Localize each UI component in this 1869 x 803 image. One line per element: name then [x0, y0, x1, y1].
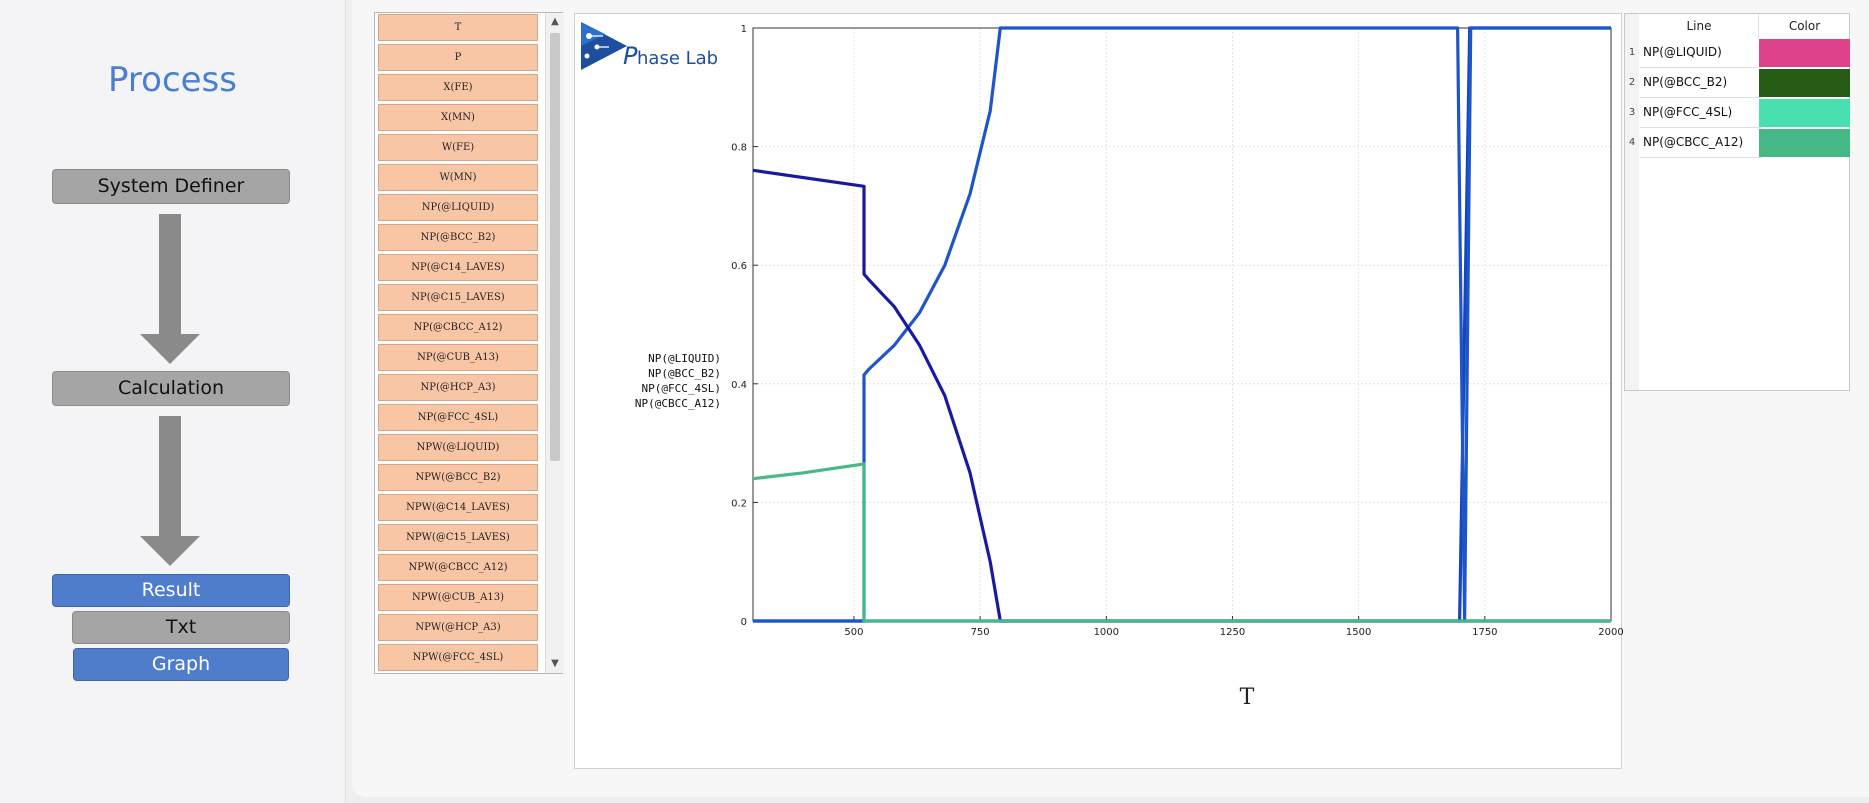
x-tick-label: 1000 [1094, 627, 1119, 638]
table-row[interactable]: 3 NP(@FCC_4SL) [1625, 98, 1851, 129]
plot-layer: 500 750 1000 1250 1500 1750 2000 0 0.2 0.4 0.6 0.8 1… [635, 24, 1623, 710]
arrow-down-icon [140, 416, 200, 566]
variable-item[interactable]: P [378, 44, 538, 71]
row-number: 2 [1625, 68, 1639, 99]
variable-item[interactable]: X(MN) [378, 104, 538, 131]
x-axis-title: T [1240, 685, 1255, 710]
system-definer-button[interactable]: System Definer [52, 169, 290, 204]
arrow-down-icon [140, 214, 200, 364]
variable-item[interactable]: NPW(@HCP_A3) [378, 614, 538, 641]
series-line [752, 168, 1611, 623]
line-column-header[interactable]: Line [1640, 14, 1759, 38]
variable-item[interactable]: W(FE) [378, 134, 538, 161]
variable-item[interactable]: NP(@FCC_4SL) [378, 404, 538, 431]
series-legend-label: NP(@FCC_4SL) [642, 382, 721, 395]
y-tick-label: 0.4 [731, 380, 747, 391]
y-tick-label: 0.2 [731, 498, 747, 509]
graph-button[interactable]: Graph [73, 648, 289, 681]
series-line [752, 462, 1611, 623]
variable-item[interactable]: NP(@HCP_A3) [378, 374, 538, 401]
graph-area: P hase Lab 500 750 1000 1250 1500 1750 2000 0 0.… [574, 13, 1623, 769]
corner-cell [1625, 14, 1639, 38]
calculation-button[interactable]: Calculation [52, 371, 290, 406]
x-tick-label: 1500 [1346, 627, 1371, 638]
table-row[interactable]: 2 NP(@BCC_B2) [1625, 68, 1851, 99]
x-tick-label: 2000 [1598, 627, 1623, 638]
y-tick-label: 1 [741, 24, 747, 35]
table-header: Line Color [1640, 14, 1850, 38]
series-legend-label: NP(@LIQUID) [648, 352, 721, 365]
color-swatch[interactable] [1759, 129, 1850, 157]
variable-item[interactable]: NP(@C15_LAVES) [378, 284, 538, 311]
phase-lab-logo: P hase Lab [581, 22, 718, 70]
line-color-table[interactable]: Line Color 1 NP(@LIQUID) 2 NP(@BCC_B2) 3 NP(@… [1624, 13, 1850, 391]
y-tick-label: 0.6 [731, 261, 747, 272]
variable-item[interactable]: NP(@CBCC_A12) [378, 314, 538, 341]
x-tick-label: 1250 [1220, 627, 1245, 638]
row-header-column [1625, 158, 1639, 390]
series-legend-label: NP(@BCC_B2) [648, 367, 721, 380]
x-tick-label: 500 [844, 627, 863, 638]
phase-fraction-chart: P hase Lab 500 750 1000 1250 1500 1750 2000 0 0.… [581, 22, 1623, 710]
scrollbar[interactable]: ▲ ▼ [545, 13, 564, 673]
variable-item[interactable]: NPW(@LIQUID) [378, 434, 538, 461]
line-name-cell[interactable]: NP(@CBCC_A12) [1640, 128, 1762, 158]
color-swatch[interactable] [1759, 99, 1850, 127]
txt-button[interactable]: Txt [72, 611, 290, 644]
variable-item[interactable]: NPW(@BCC_B2) [378, 464, 538, 491]
table-row[interactable]: 1 NP(@LIQUID) [1625, 38, 1851, 69]
variable-item[interactable]: W(MN) [378, 164, 538, 191]
series-line [753, 26, 1611, 623]
color-swatch[interactable] [1759, 69, 1850, 97]
logo-p: P [623, 42, 638, 70]
table-row[interactable]: 4 NP(@CBCC_A12) [1625, 128, 1851, 159]
series-line [753, 26, 1611, 623]
x-tick-label: 1750 [1472, 627, 1497, 638]
variable-item[interactable]: X(FE) [378, 74, 538, 101]
y-tick-label: 0.8 [731, 143, 747, 154]
variable-list[interactable]: T P X(FE) X(MN) W(FE) W(MN) NP(@LIQUID) NP(@BCC… [374, 12, 564, 674]
x-tick-label: 750 [971, 627, 990, 638]
scrollbar-thumb[interactable] [550, 33, 560, 461]
variable-item[interactable]: NPW(@C14_LAVES) [378, 494, 538, 521]
variable-item[interactable]: NPW(@FCC_4SL) [378, 644, 538, 671]
row-number: 4 [1625, 128, 1639, 159]
variable-item[interactable]: NP(@BCC_B2) [378, 224, 538, 251]
scroll-up-icon[interactable]: ▲ [548, 15, 562, 29]
logo-text: hase Lab [637, 48, 718, 69]
y-tick-label: 0 [741, 617, 747, 628]
variable-item[interactable]: NPW(@CBCC_A12) [378, 554, 538, 581]
series-legend-label: NP(@CBCC_A12) [635, 397, 721, 410]
variable-item[interactable]: NP(@C14_LAVES) [378, 254, 538, 281]
variable-item[interactable]: T [378, 14, 538, 41]
variable-item[interactable]: NP(@LIQUID) [378, 194, 538, 221]
process-title: Process [108, 60, 237, 100]
process-panel: Process System Definer Calculation Resul… [0, 0, 346, 803]
color-column-header[interactable]: Color [1759, 14, 1850, 38]
variable-item[interactable]: NPW(@C15_LAVES) [378, 524, 538, 551]
plot-frame [752, 27, 1612, 622]
result-button[interactable]: Result [52, 574, 290, 607]
scroll-down-icon[interactable]: ▼ [548, 657, 562, 671]
row-number: 3 [1625, 98, 1639, 129]
variable-item[interactable]: NPW(@CUB_A13) [378, 584, 538, 611]
row-number: 1 [1625, 38, 1639, 69]
line-name-cell[interactable]: NP(@FCC_4SL) [1640, 98, 1762, 128]
line-name-cell[interactable]: NP(@LIQUID) [1640, 38, 1762, 68]
line-name-cell[interactable]: NP(@BCC_B2) [1640, 68, 1762, 98]
variable-item[interactable]: NP(@CUB_A13) [378, 344, 538, 371]
color-swatch[interactable] [1759, 39, 1850, 67]
